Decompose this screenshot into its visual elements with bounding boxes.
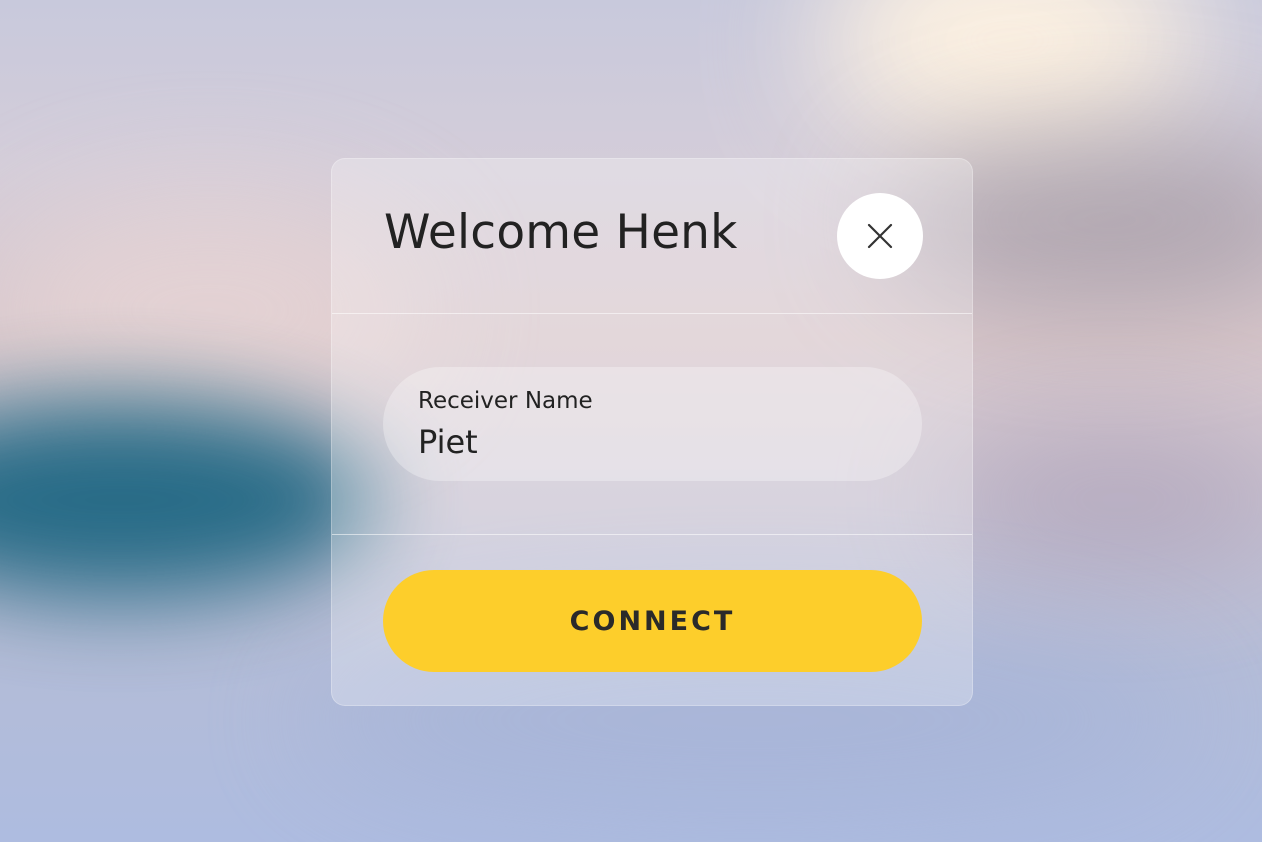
receiver-name-input[interactable] bbox=[418, 423, 878, 461]
receiver-name-label: Receiver Name bbox=[418, 388, 593, 414]
footer-divider bbox=[332, 534, 972, 535]
receiver-name-field[interactable]: Receiver Name bbox=[383, 367, 922, 481]
background-blob bbox=[0, 400, 380, 600]
connect-button[interactable]: CONNECT bbox=[383, 570, 922, 672]
welcome-dialog: Welcome Henk Receiver Name CONNECT bbox=[331, 158, 973, 706]
close-button[interactable] bbox=[837, 193, 923, 279]
close-icon bbox=[867, 223, 893, 249]
background-blob bbox=[940, 430, 1262, 570]
dialog-header: Welcome Henk bbox=[332, 159, 972, 314]
header-divider bbox=[332, 313, 972, 314]
dialog-title: Welcome Henk bbox=[384, 205, 738, 260]
